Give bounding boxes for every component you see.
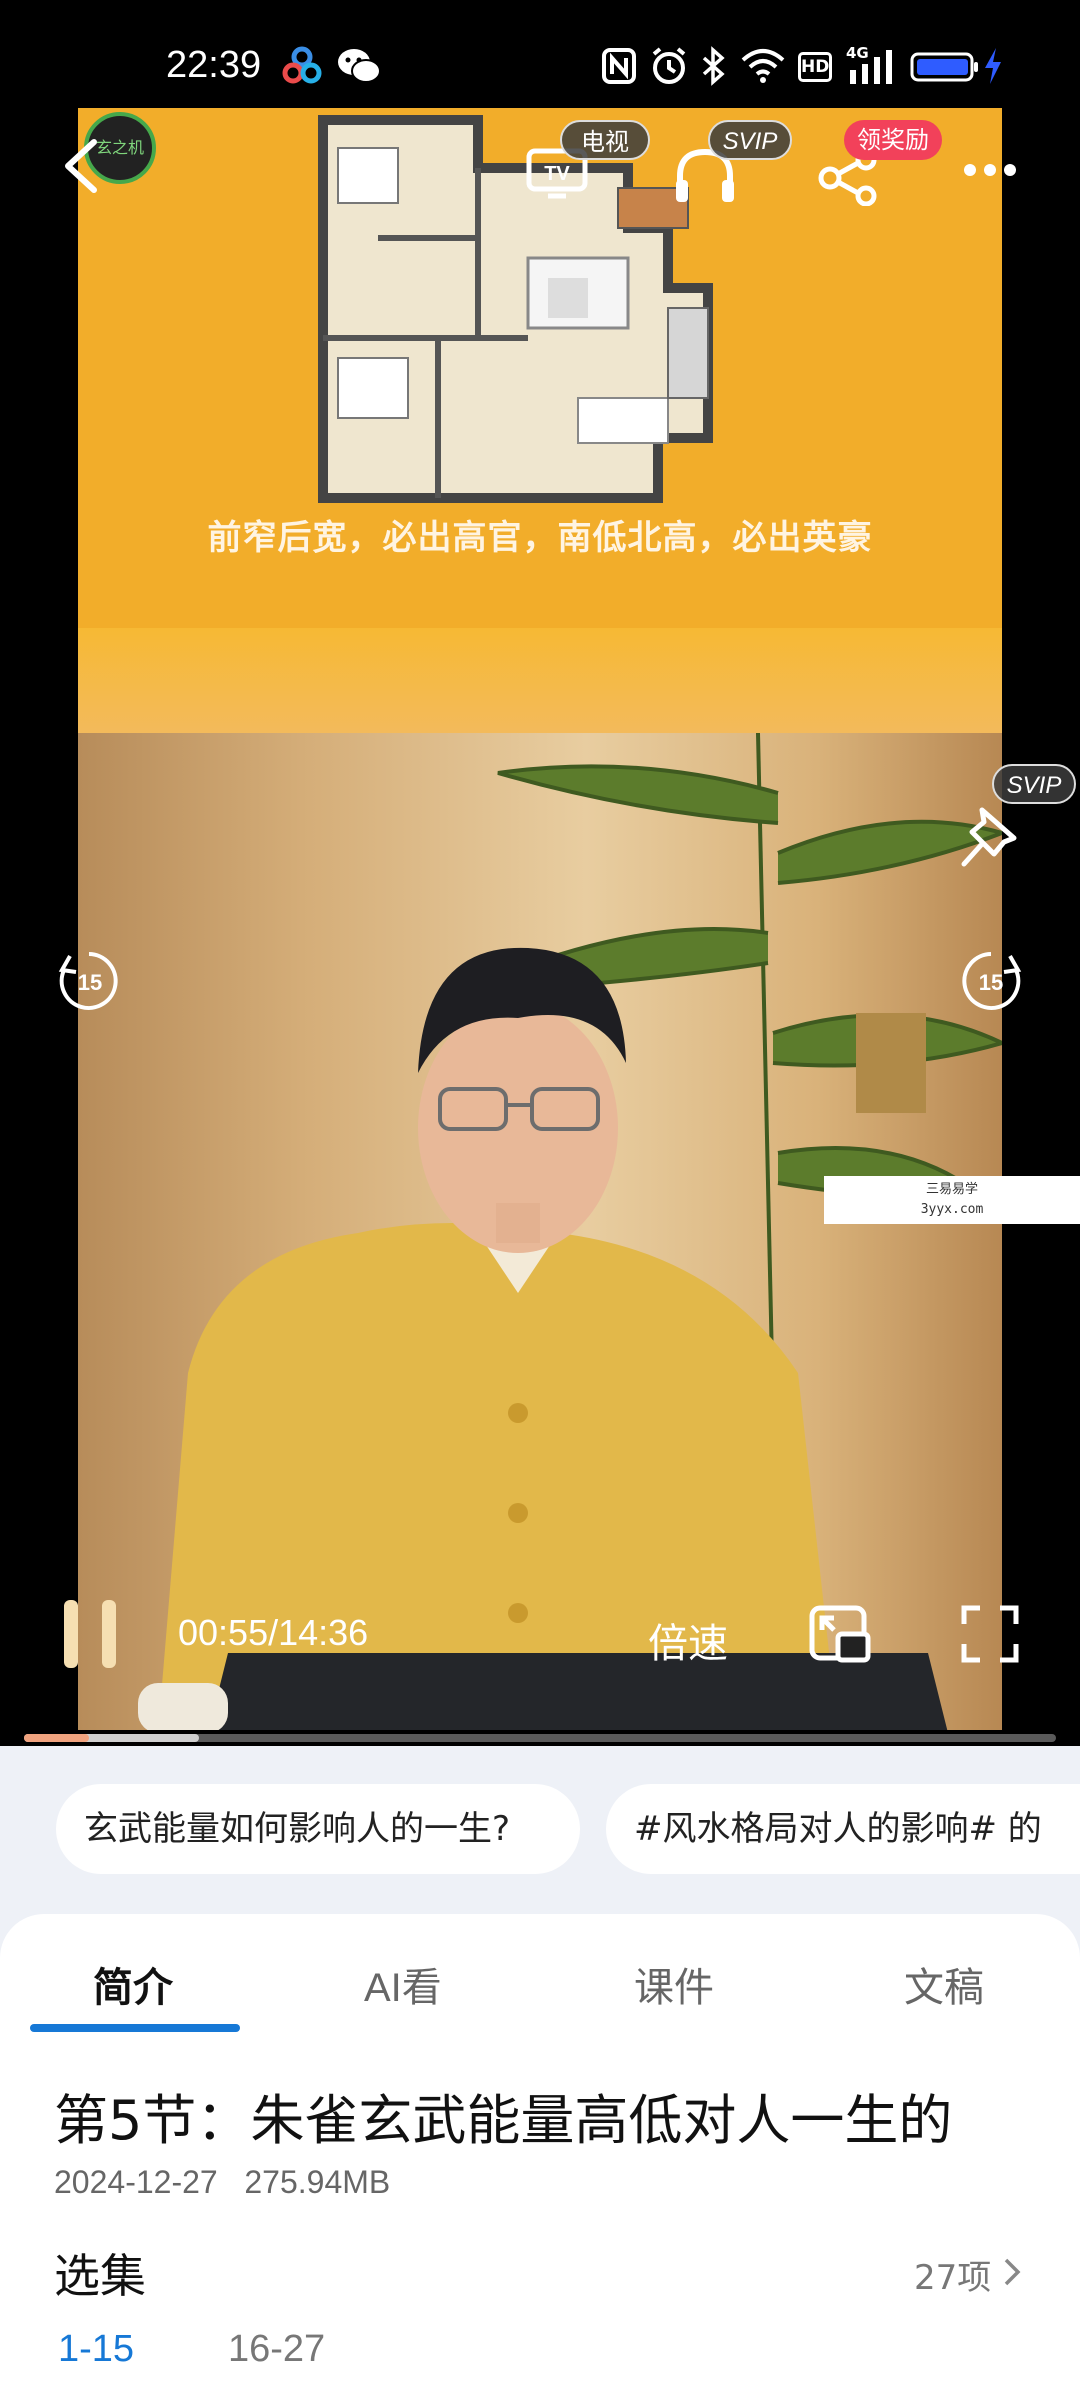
room-background bbox=[78, 732, 1002, 1730]
pin-svip-badge: SVIP bbox=[992, 764, 1076, 804]
audio-button[interactable]: SVIP bbox=[672, 120, 792, 210]
charging-icon bbox=[985, 48, 1001, 84]
svg-text:TV: TV bbox=[544, 163, 570, 185]
watermark: 三易易学 3yyx.com bbox=[824, 1176, 1080, 1224]
bluetooth-icon bbox=[702, 46, 725, 86]
tab-ai-view[interactable]: AI看 bbox=[364, 1955, 442, 2013]
skip-forward-seconds: 15 bbox=[979, 970, 1003, 995]
pin-button[interactable]: SVIP bbox=[958, 764, 1078, 874]
episode-meta: 2024-12-27 275.94MB bbox=[54, 2164, 390, 2201]
tab-courseware[interactable]: 课件 bbox=[634, 1955, 714, 2013]
active-tab-indicator bbox=[30, 2024, 240, 2032]
tv-badge: 电视 bbox=[560, 120, 650, 160]
episode-range-16-27[interactable]: 16-27 bbox=[228, 2328, 325, 2371]
wechat-icon bbox=[338, 49, 381, 83]
presenter-scene bbox=[138, 732, 1002, 1730]
episodes-count: 27项 bbox=[914, 2258, 992, 2298]
status-bar: 22:39 HD 4G bbox=[0, 0, 1080, 100]
chevron-right-icon bbox=[1004, 2258, 1021, 2286]
watermark-line1: 三易易学 bbox=[925, 1182, 978, 1197]
video-caption: 前窄后宽，必出高官，南低北高，必出英豪 bbox=[207, 518, 873, 558]
wifi-icon bbox=[741, 49, 785, 83]
video-band bbox=[78, 628, 1002, 733]
tv-cast-button[interactable]: TV 电视 bbox=[526, 120, 650, 210]
playback-speed-button[interactable]: 倍速 bbox=[648, 1611, 728, 1669]
episode-date: 2024-12-27 bbox=[54, 2164, 218, 2200]
topic-chip[interactable]: 玄武能量如何影响人的一生? bbox=[56, 1784, 580, 1874]
alarm-icon bbox=[652, 47, 686, 84]
status-time: 22:39 bbox=[166, 44, 262, 86]
pause-icon[interactable] bbox=[60, 1598, 120, 1670]
reward-badge: 领奖励 bbox=[844, 120, 942, 160]
episode-range-1-15[interactable]: 1-15 bbox=[58, 2328, 134, 2371]
time-separator: / bbox=[268, 1612, 279, 1653]
battery-icon bbox=[910, 52, 978, 82]
watermark-line2: 3yyx.com bbox=[920, 1202, 984, 1217]
skip-forward-button[interactable]: 15 bbox=[958, 948, 1024, 1014]
tab-intro[interactable]: 简介 bbox=[93, 1955, 173, 2013]
episodes-count-button[interactable]: 27项 bbox=[910, 2244, 1030, 2298]
current-time: 00:55 bbox=[178, 1612, 269, 1653]
episode-title: 第5节：朱雀玄武能量高低对人一生的 bbox=[54, 2089, 953, 2152]
audio-svip-badge: SVIP bbox=[708, 120, 792, 160]
baidu-netdisk-icon bbox=[282, 46, 322, 84]
picture-in-picture-icon[interactable] bbox=[808, 1604, 872, 1664]
hd-icon: HD bbox=[798, 52, 832, 82]
pin-icon bbox=[961, 807, 1017, 867]
topic-chip-hashtag[interactable]: #风水格局对人的影响# 的 bbox=[606, 1784, 1080, 1874]
fullscreen-icon[interactable] bbox=[960, 1604, 1020, 1664]
skip-back-seconds: 15 bbox=[78, 970, 102, 995]
signal-icon bbox=[850, 50, 892, 84]
time-display: 00:55/14:36 bbox=[178, 1612, 368, 1654]
forward-icon: 15 bbox=[962, 952, 1022, 1010]
video-frame[interactable]: 玄之机 前窄后宽，必出高官，南低北高，必出英豪 bbox=[78, 108, 1002, 1730]
rewind-icon: 15 bbox=[58, 952, 118, 1010]
progress-played bbox=[24, 1734, 90, 1742]
nfc-icon bbox=[602, 48, 636, 84]
episode-size: 275.94MB bbox=[244, 2164, 391, 2200]
screen: { "status_bar": { "time": "22:39", "netw… bbox=[0, 0, 1080, 2400]
duration: 14:36 bbox=[278, 1612, 369, 1653]
skip-back-button[interactable]: 15 bbox=[56, 948, 122, 1014]
share-button[interactable]: 领奖励 bbox=[812, 120, 942, 210]
episodes-heading: 选集 bbox=[54, 2249, 146, 2303]
more-icon[interactable] bbox=[962, 160, 1018, 180]
tab-transcript[interactable]: 文稿 bbox=[904, 1955, 984, 2013]
back-icon[interactable] bbox=[58, 136, 104, 196]
